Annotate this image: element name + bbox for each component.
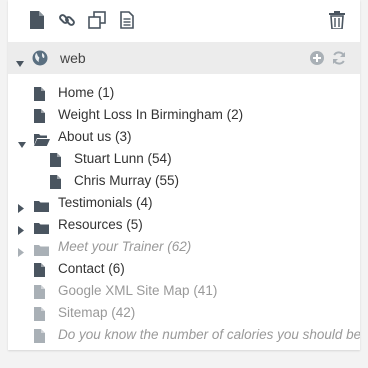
- trash-icon[interactable]: [327, 10, 347, 30]
- copy-icon[interactable]: [87, 10, 107, 30]
- tree-node[interactable]: Resources (5): [8, 214, 360, 236]
- tree-node-label: Meet your Trainer (62): [58, 239, 192, 254]
- tree-node-label: Google XML Site Map (41): [58, 283, 218, 298]
- add-page-icon[interactable]: [27, 10, 47, 30]
- tree-node-label: Resources (5): [58, 217, 143, 232]
- page-tree-panel: web Home (1) Weight Loss In Birmingham (2…: [8, 0, 360, 350]
- tree-node-label: About us (3): [58, 129, 132, 144]
- page-tree: Home (1) Weight Loss In Birmingham (2) Abo…: [8, 82, 360, 346]
- site-name: web: [60, 50, 86, 66]
- caret-down-icon[interactable]: [16, 54, 24, 72]
- tree-node-label: Testimonials (4): [58, 195, 153, 210]
- tree-node[interactable]: About us (3): [8, 126, 360, 148]
- tree-node-label: Stuart Lunn (54): [74, 151, 172, 166]
- tree-node[interactable]: Google XML Site Map (41): [8, 280, 360, 302]
- tree-node[interactable]: Stuart Lunn (54): [8, 148, 360, 170]
- tree-node-label: Home (1): [58, 85, 115, 100]
- toolbar: [8, 0, 360, 42]
- refresh-icon[interactable]: [332, 51, 346, 70]
- tree-node-label: Sitemap (42): [58, 305, 136, 320]
- tree-node[interactable]: Do you know the number of calories you s…: [8, 324, 360, 346]
- tree-node-label: Weight Loss In Birmingham (2): [58, 107, 244, 122]
- tree-node-label: Chris Murray (55): [74, 173, 180, 188]
- tree-node[interactable]: Weight Loss In Birmingham (2): [8, 104, 360, 126]
- add-circle-icon[interactable]: [310, 51, 324, 70]
- globe-icon: [32, 50, 48, 71]
- tree-node[interactable]: Home (1): [8, 82, 360, 104]
- link-icon[interactable]: [57, 10, 77, 30]
- page-icon: [34, 328, 45, 350]
- tree-node[interactable]: Contact (6): [8, 258, 360, 280]
- tree-node-label: Contact (6): [58, 261, 125, 276]
- tree-node[interactable]: Meet your Trainer (62): [8, 236, 360, 258]
- tree-node[interactable]: Testimonials (4): [8, 192, 360, 214]
- site-root-row[interactable]: web: [8, 42, 360, 74]
- document-icon[interactable]: [117, 10, 137, 30]
- tree-node-label: Do you know the number of calories you s…: [58, 327, 360, 342]
- tree-node[interactable]: Chris Murray (55): [8, 170, 360, 192]
- tree-node[interactable]: Sitemap (42): [8, 302, 360, 324]
